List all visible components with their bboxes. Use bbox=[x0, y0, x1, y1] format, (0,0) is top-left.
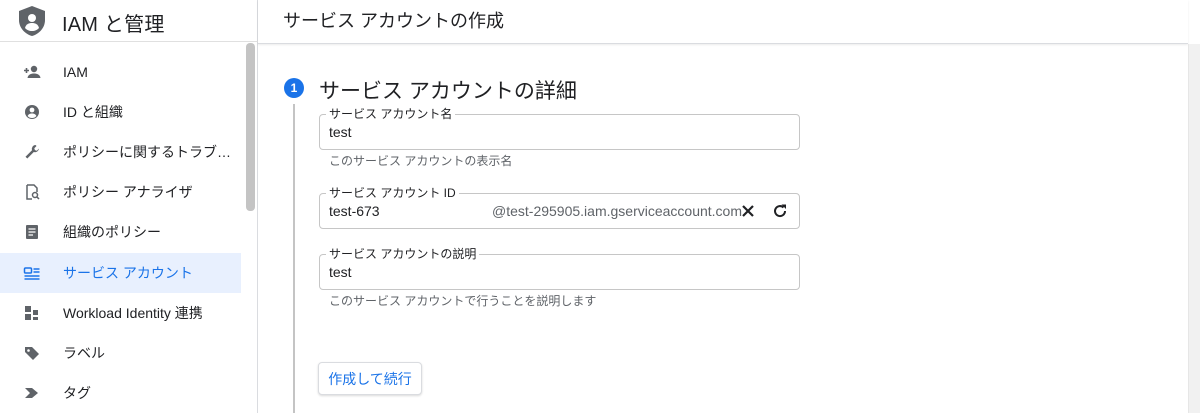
wrench-icon bbox=[22, 142, 42, 162]
service-account-id-label: サービス アカウント ID bbox=[326, 185, 459, 201]
sidebar-item-label: IAM bbox=[63, 64, 88, 80]
service-account-description-input[interactable]: test bbox=[329, 264, 629, 280]
sidebar: IAM と管理 IAM ID と組織 ポリシーに関するトラブ… ポリシー アナラ… bbox=[0, 0, 258, 413]
sidebar-item-policy-analyzer[interactable]: ポリシー アナライザ bbox=[0, 172, 241, 212]
service-account-id-input[interactable]: test-673 bbox=[329, 203, 489, 219]
sidebar-item-label: タグ bbox=[63, 385, 91, 401]
sidebar-item-label: サービス アカウント bbox=[63, 265, 193, 281]
service-account-id-domain-suffix: @test-295905.iam.gserviceaccount.com bbox=[492, 203, 742, 219]
service-account-id-field[interactable]: サービス アカウント ID test-673 @test-295905.iam.… bbox=[319, 185, 800, 229]
page-header: サービス アカウントの作成 bbox=[258, 0, 1188, 44]
sidebar-item-id-and-organization[interactable]: ID と組織 bbox=[0, 92, 241, 132]
service-account-name-label: サービス アカウント名 bbox=[326, 106, 456, 122]
sidebar-item-policy-troubleshooter[interactable]: ポリシーに関するトラブ… bbox=[0, 132, 241, 172]
sidebar-item-label: 組織のポリシー bbox=[63, 224, 161, 240]
sidebar-scrollbar[interactable] bbox=[246, 43, 255, 211]
label-icon bbox=[22, 343, 42, 363]
create-and-continue-button[interactable]: 作成して続行 bbox=[318, 362, 422, 395]
sidebar-item-iam[interactable]: IAM bbox=[0, 52, 241, 92]
sidebar-item-tags[interactable]: タグ bbox=[0, 373, 241, 413]
workload-identity-icon bbox=[22, 303, 42, 323]
service-account-description-label: サービス アカウントの説明 bbox=[326, 246, 480, 262]
sidebar-item-label: Workload Identity 連携 bbox=[63, 305, 203, 321]
sidebar-item-labels[interactable]: ラベル bbox=[0, 333, 241, 373]
sidebar-item-organization-policies[interactable]: 組織のポリシー bbox=[0, 212, 241, 252]
service-account-description-hint: このサービス アカウントで行うことを説明します bbox=[329, 294, 597, 308]
main-scrollbar[interactable] bbox=[1188, 44, 1200, 413]
step-number-badge: 1 bbox=[284, 78, 304, 98]
iam-shield-icon bbox=[19, 6, 45, 36]
sidebar-item-label: ポリシーに関するトラブ… bbox=[63, 144, 231, 160]
policy-analyzer-icon bbox=[22, 182, 42, 202]
clear-icon[interactable] bbox=[737, 200, 759, 222]
service-account-name-field[interactable]: サービス アカウント名 test bbox=[319, 106, 800, 150]
step-title: サービス アカウントの詳細 bbox=[319, 80, 577, 103]
sidebar-item-service-accounts[interactable]: サービス アカウント bbox=[0, 253, 241, 293]
refresh-icon[interactable] bbox=[769, 200, 791, 222]
sidebar-item-label: ラベル bbox=[63, 345, 105, 361]
document-icon bbox=[22, 222, 42, 242]
service-account-name-input[interactable]: test bbox=[329, 124, 629, 140]
page-title: サービス アカウントの作成 bbox=[283, 11, 504, 31]
person-add-icon bbox=[22, 62, 42, 82]
sidebar-item-label: ID と組織 bbox=[63, 104, 123, 120]
service-account-description-field[interactable]: サービス アカウントの説明 test bbox=[319, 246, 800, 290]
service-account-name-hint: このサービス アカウントの表示名 bbox=[329, 154, 513, 168]
sidebar-item-label: ポリシー アナライザ bbox=[63, 184, 193, 200]
service-account-icon bbox=[22, 263, 42, 283]
step-connector-line bbox=[293, 104, 295, 413]
sidebar-title: IAM と管理 bbox=[62, 14, 165, 36]
tag-icon bbox=[22, 383, 42, 403]
sidebar-header: IAM と管理 bbox=[0, 0, 258, 42]
account-circle-icon bbox=[22, 102, 42, 122]
sidebar-item-workload-identity[interactable]: Workload Identity 連携 bbox=[0, 293, 241, 333]
